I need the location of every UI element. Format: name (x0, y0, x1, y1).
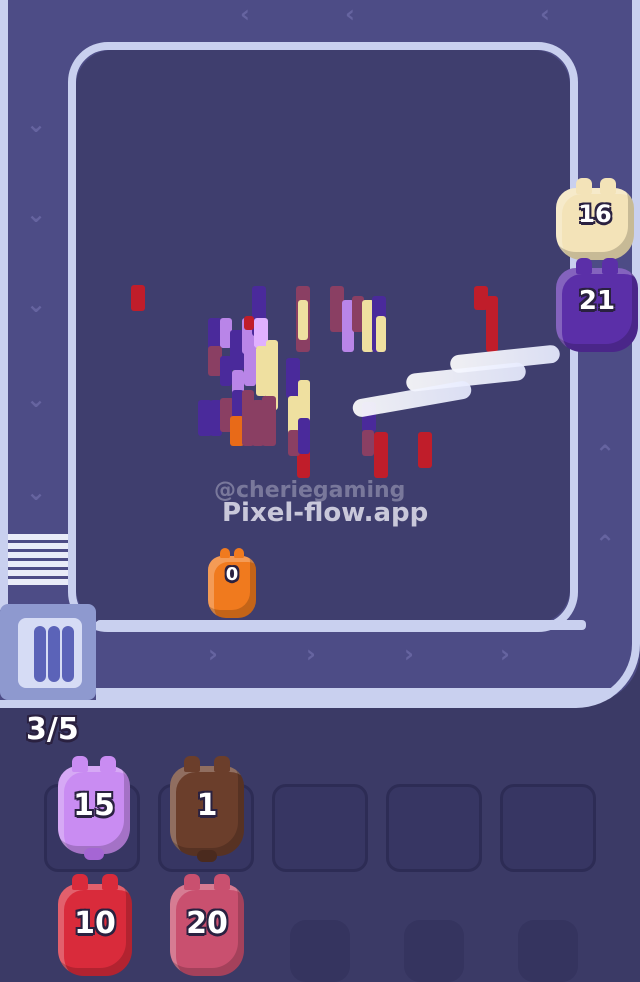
game-stage: ⌄ ⌄ ⌄ ⌄ ⌄ ‹ ‹ ‹ ⌃ ⌃ › › › › 3/5 @cherieg… (0, 0, 640, 982)
shooter-pig-cream[interactable]: 16 (556, 178, 634, 260)
pig-count: 10 (74, 906, 116, 941)
pig-count: 15 (73, 788, 115, 823)
pig-count: 20 (186, 906, 228, 941)
empty-queue-placeholder (404, 920, 464, 982)
queue-slot[interactable] (272, 784, 368, 872)
shooter-pig-orange[interactable]: 0 (208, 548, 256, 618)
queue-slot[interactable] (386, 784, 482, 872)
empty-queue-placeholder (518, 920, 578, 982)
pig-count: 1 (196, 788, 218, 823)
pig-slot-lavender[interactable]: 15 (58, 756, 130, 860)
shooter-count: 21 (578, 286, 616, 316)
empty-queue-placeholder (290, 920, 350, 982)
pig-waiting-red[interactable]: 10 (58, 874, 132, 976)
watermark-site: Pixel-flow.app (222, 498, 429, 528)
shooter-pig-purple[interactable]: 21 (556, 258, 638, 352)
pig-waiting-rose[interactable]: 20 (170, 874, 244, 976)
queue-slot[interactable] (500, 784, 596, 872)
shooter-count: 16 (578, 200, 612, 228)
shooter-count: 0 (225, 564, 239, 585)
pig-slot-brown[interactable]: 1 (170, 756, 244, 862)
